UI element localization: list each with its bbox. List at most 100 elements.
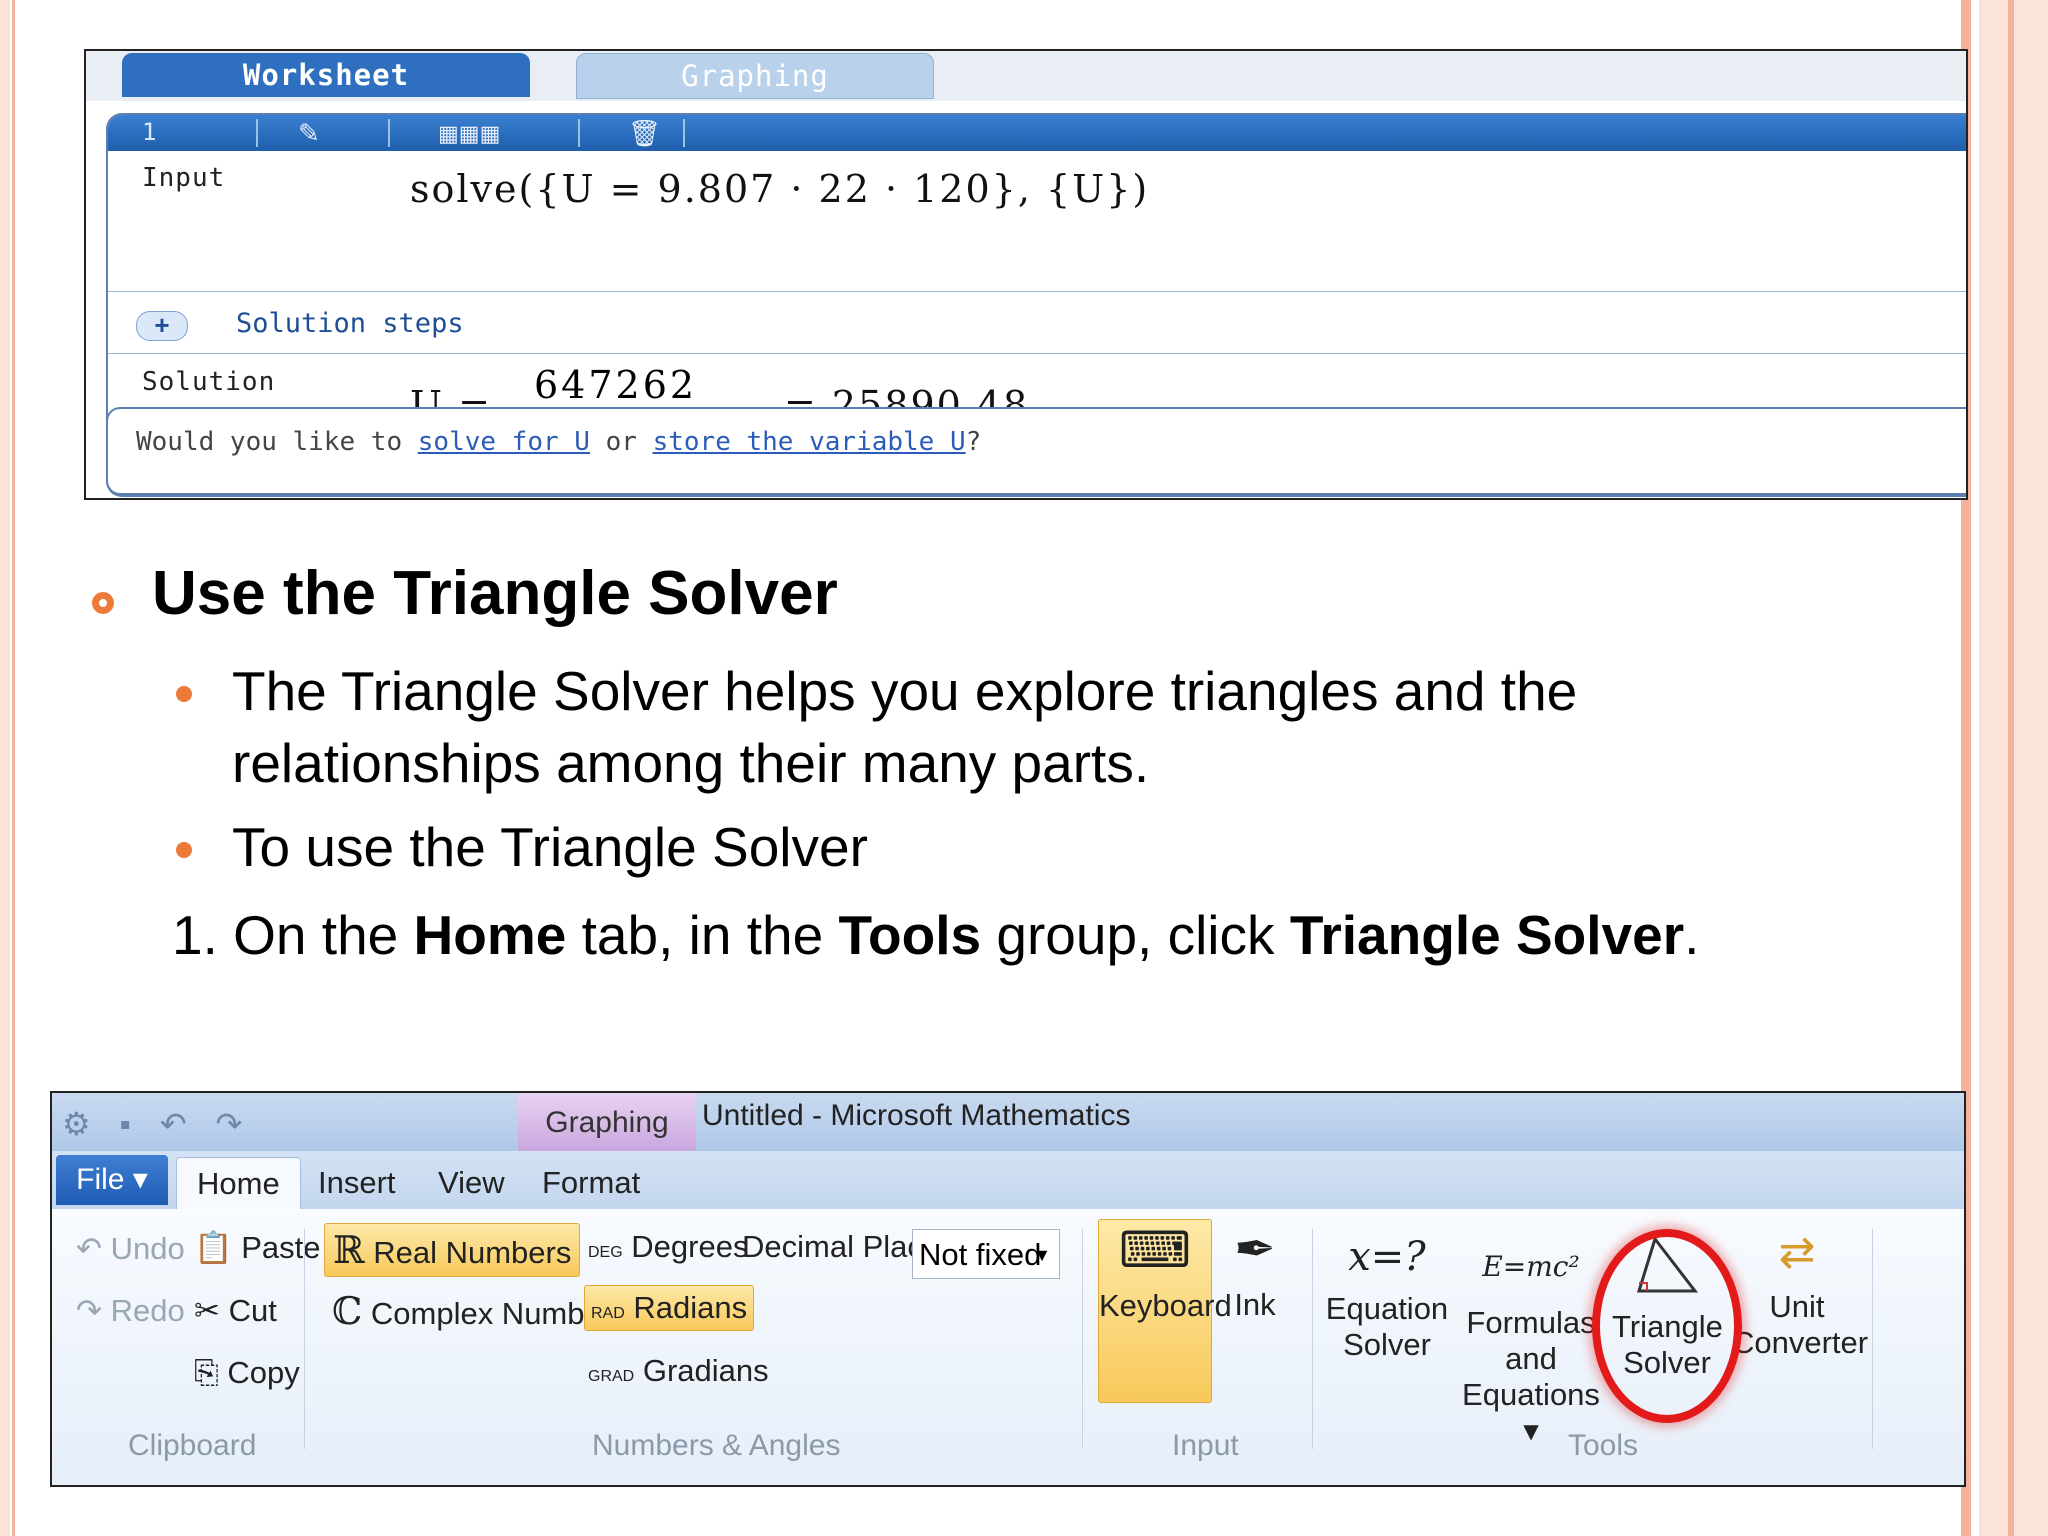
worksheet-tabs: Worksheet Graphing (86, 51, 1966, 101)
prompt-mid: or (589, 427, 653, 457)
left-border-line (12, 0, 15, 1536)
toolbar-separator (256, 119, 258, 147)
unit-converter-button[interactable]: ⇄ Unit Converter (1732, 1219, 1869, 1419)
sub-bullet-1-line-2: relationships among their many parts. (232, 732, 1150, 794)
solution-label: Solution (142, 367, 276, 397)
pen-icon: ✒ (1234, 1221, 1276, 1277)
bullet-dot (176, 842, 192, 858)
toolbar-separator (388, 119, 390, 147)
ink-label: Ink (1234, 1287, 1276, 1322)
quick-access-toolbar[interactable]: ⚙ ▪ ↶ ↷ (62, 1105, 252, 1143)
keyboard-button[interactable]: ⌨ Keyboard (1098, 1219, 1232, 1403)
group-separator (1082, 1229, 1083, 1449)
step-text: 1. On the (172, 904, 414, 966)
tab-view[interactable]: View (418, 1157, 525, 1209)
slide-heading: Use the Triangle Solver (152, 559, 838, 628)
input-label: Input (142, 163, 226, 193)
store-variable-link[interactable]: store the variable U (653, 427, 966, 457)
radians-button[interactable]: RAD Radians (584, 1285, 755, 1331)
sub-bullet-2: To use the Triangle Solver (232, 816, 868, 878)
group-clipboard: Clipboard (128, 1429, 257, 1462)
step-1: 1. On the Home tab, in the Tools group, … (172, 900, 1699, 970)
keyboard-label: Keyboard (1099, 1288, 1232, 1323)
step-text: . (1684, 904, 1700, 966)
paste-button[interactable]: 📋 Paste (194, 1229, 321, 1266)
cut-label: Cut (228, 1293, 277, 1328)
tab-home[interactable]: Home (176, 1157, 301, 1210)
toolbar-separator (578, 119, 580, 147)
toolbar-separator (683, 119, 685, 147)
sub-bullet-1-line-1: The Triangle Solver helps you explore tr… (232, 660, 1578, 722)
prompt-prefix: Would you like to (136, 427, 418, 457)
left-border (0, 0, 10, 1536)
formulas-equations-button[interactable]: E=mc² Formulas and Equations ▾ (1456, 1219, 1606, 1448)
real-numbers-button[interactable]: ℝ Real Numbers (324, 1223, 581, 1277)
group-input: Input (1172, 1429, 1239, 1462)
redo-label: Redo (110, 1293, 185, 1328)
copy-button[interactable]: ⎘ Copy (194, 1355, 300, 1392)
solution-numerator: 647262 (534, 363, 698, 407)
expand-steps-button[interactable]: + (136, 311, 188, 341)
title-bar: ⚙ ▪ ↶ ↷ Graphing Tools Untitled - Micros… (52, 1093, 1964, 1199)
highlight-circle (1592, 1229, 1742, 1423)
group-separator (1872, 1229, 1873, 1449)
group-separator (304, 1229, 305, 1449)
equation-solver-button[interactable]: x=? Equation Solver (1322, 1219, 1452, 1419)
equation-solver-label-2: Solver (1343, 1327, 1431, 1362)
step-text: tab, in the (566, 904, 839, 966)
ribbon-tabs: File ▾ Home Insert View Format (52, 1151, 1964, 1210)
solve-for-link[interactable]: solve for U (418, 427, 590, 457)
unit-converter-label-2: Converter (1732, 1325, 1869, 1360)
decimal-places-select[interactable]: Not fixed ▼ (912, 1229, 1060, 1279)
group-tools: Tools (1568, 1429, 1639, 1462)
gradians-button[interactable]: GRAD Gradians (588, 1353, 769, 1389)
keyboard-icon[interactable]: ▦▦▦ (438, 122, 500, 147)
gradians-icon: GRAD (588, 1368, 635, 1385)
unit-converter-label-1: Unit (1769, 1289, 1825, 1324)
copy-label: Copy (227, 1355, 300, 1390)
prompt-suffix: ? (965, 427, 982, 457)
degrees-label: Degrees (631, 1229, 749, 1264)
prompt-text: Would you like to solve for U or store t… (136, 427, 981, 457)
step-home: Home (413, 904, 567, 966)
equation-solver-icon: x=? (1348, 1234, 1426, 1280)
decimal-places-value: Not fixed (919, 1237, 1042, 1272)
degrees-button[interactable]: DEG Degrees (588, 1229, 748, 1265)
input-expression: solve({U = 9.807 · 22 · 120}, {U}) (410, 167, 1150, 211)
entry-toolbar: 1 ✎ ▦▦▦ 🗑 (108, 115, 1966, 151)
tab-format[interactable]: Format (522, 1157, 660, 1209)
ink-button[interactable]: ✒ Ink (1220, 1219, 1290, 1401)
redo-button[interactable]: ↷ Redo (76, 1293, 185, 1329)
tab-worksheet[interactable]: Worksheet (122, 53, 530, 97)
formulas-label-1: Formulas and (1466, 1305, 1596, 1376)
worksheet-screenshot: Worksheet Graphing 1 ✎ ▦▦▦ 🗑 Input solve… (84, 49, 1968, 500)
contextual-tab-graphing-tools[interactable]: Graphing Tools (518, 1093, 696, 1199)
edit-icon[interactable]: ✎ (298, 119, 320, 149)
real-numbers-label: Real Numbers (373, 1235, 572, 1270)
gradians-label: Gradians (642, 1353, 769, 1388)
entry-number: 1 (142, 118, 157, 146)
tab-file[interactable]: File ▾ (56, 1155, 168, 1205)
ribbon-screenshot: ⚙ ▪ ↶ ↷ Graphing Tools Untitled - Micros… (50, 1091, 1966, 1487)
tab-graphing[interactable]: Graphing (576, 53, 934, 99)
ribbon-body: ↶ Undo ↷ Redo 📋 Paste ✂ Cut ⎘ Copy Clipb… (52, 1209, 1964, 1485)
prompt-bar: Would you like to solve for U or store t… (106, 407, 1966, 495)
unit-converter-icon: ⇄ (1778, 1228, 1816, 1277)
bullet-ring (92, 592, 114, 614)
complex-numbers-icon: ℂ (332, 1289, 363, 1333)
tab-insert[interactable]: Insert (298, 1157, 416, 1209)
undo-label: Undo (110, 1231, 185, 1266)
right-border-line-2 (2008, 0, 2014, 1536)
step-text: group, click (981, 904, 1290, 966)
step-tools: Tools (838, 904, 982, 966)
group-numbers-angles: Numbers & Angles (592, 1429, 841, 1462)
app-title: Untitled - Microsoft Mathematics (702, 1099, 1131, 1132)
cut-button[interactable]: ✂ Cut (194, 1293, 277, 1329)
trash-icon[interactable]: 🗑 (628, 119, 661, 149)
solution-steps-label[interactable]: Solution steps (236, 308, 464, 339)
paste-label: Paste (241, 1230, 321, 1265)
equation-solver-label-1: Equation (1325, 1291, 1449, 1326)
undo-button[interactable]: ↶ Undo (76, 1231, 185, 1267)
radians-icon: RAD (591, 1305, 625, 1322)
chevron-down-icon: ▼ (1033, 1245, 1051, 1265)
